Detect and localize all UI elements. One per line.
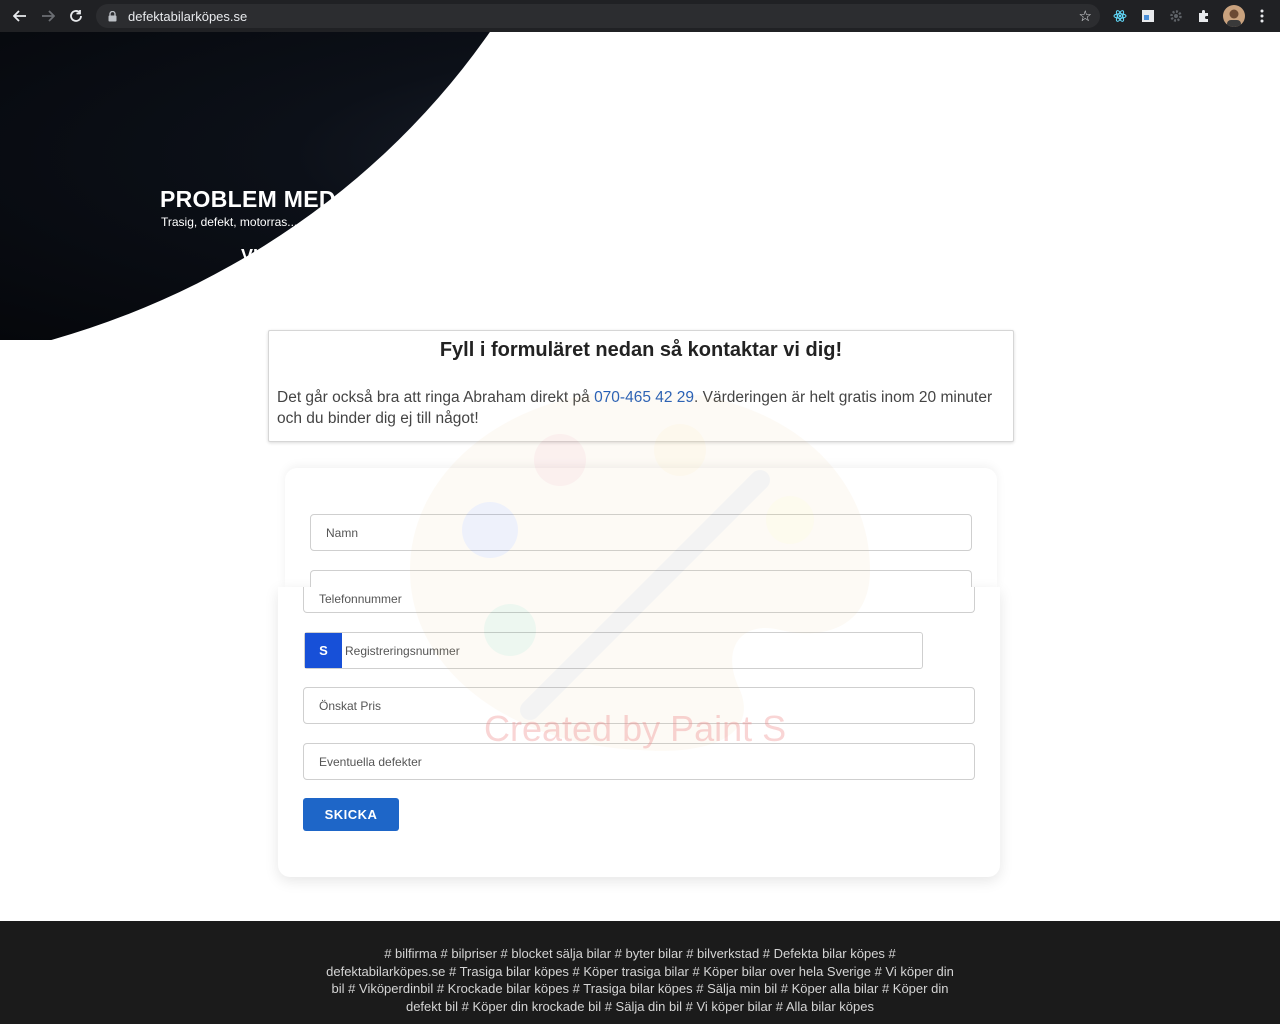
- profile-avatar[interactable]: [1223, 5, 1245, 27]
- hero-banner: PROBLEM MED BILEN? Trasig, defekt, motor…: [0, 32, 1280, 340]
- more-menu-icon[interactable]: [1252, 6, 1272, 26]
- footer-tags: # bilfirma # bilpriser # blocket sälja b…: [326, 946, 954, 1015]
- address-bar[interactable]: defektabilarköpes.se ☆: [96, 4, 1100, 28]
- info-title: Fyll i formuläret nedan så kontaktar vi …: [439, 339, 843, 361]
- back-icon[interactable]: [6, 2, 34, 30]
- footer: # bilfirma # bilpriser # blocket sälja b…: [0, 921, 1280, 1024]
- phone-input[interactable]: Telefonnummer: [303, 587, 975, 613]
- browser-toolbar: defektabilarköpes.se ☆: [0, 0, 1280, 32]
- bookmark-star-icon[interactable]: ☆: [1079, 7, 1092, 25]
- registration-field[interactable]: S Registreringsnummer: [304, 632, 923, 669]
- email-input-partial[interactable]: [310, 570, 972, 587]
- info-text: Det går också bra att ringa Abraham dire…: [277, 387, 997, 429]
- url-text: defektabilarköpes.se: [128, 8, 248, 24]
- info-text-before: Det går också bra att ringa Abraham dire…: [277, 389, 595, 406]
- react-devtools-icon[interactable]: [1110, 6, 1130, 26]
- phone-link[interactable]: 070-465 42 29: [594, 389, 694, 406]
- form-card-bottom: [278, 587, 1000, 877]
- forward-icon[interactable]: [34, 2, 62, 30]
- image-extension-icon[interactable]: [1138, 6, 1158, 26]
- reg-country-badge: S: [305, 633, 342, 668]
- hero-title: PROBLEM MED BILEN?: [160, 186, 428, 212]
- reload-icon[interactable]: [62, 2, 90, 30]
- hero-subtitle: Trasig, defekt, motorras...: [161, 215, 298, 229]
- registration-input[interactable]: Registreringsnummer: [342, 633, 922, 668]
- hero-cta: VI KÖPER ALLT!: [241, 246, 382, 266]
- info-box: Fyll i formuläret nedan så kontaktar vi …: [268, 330, 1014, 442]
- submit-button[interactable]: SKICKA: [303, 798, 399, 831]
- gear-extension-icon[interactable]: [1166, 6, 1186, 26]
- car-image: [580, 98, 1280, 340]
- extensions-puzzle-icon[interactable]: [1194, 6, 1214, 26]
- defects-input[interactable]: Eventuella defekter: [303, 743, 975, 780]
- price-input[interactable]: Önskat Pris: [303, 687, 975, 724]
- name-input[interactable]: Namn: [310, 514, 972, 551]
- lock-icon: [106, 10, 118, 22]
